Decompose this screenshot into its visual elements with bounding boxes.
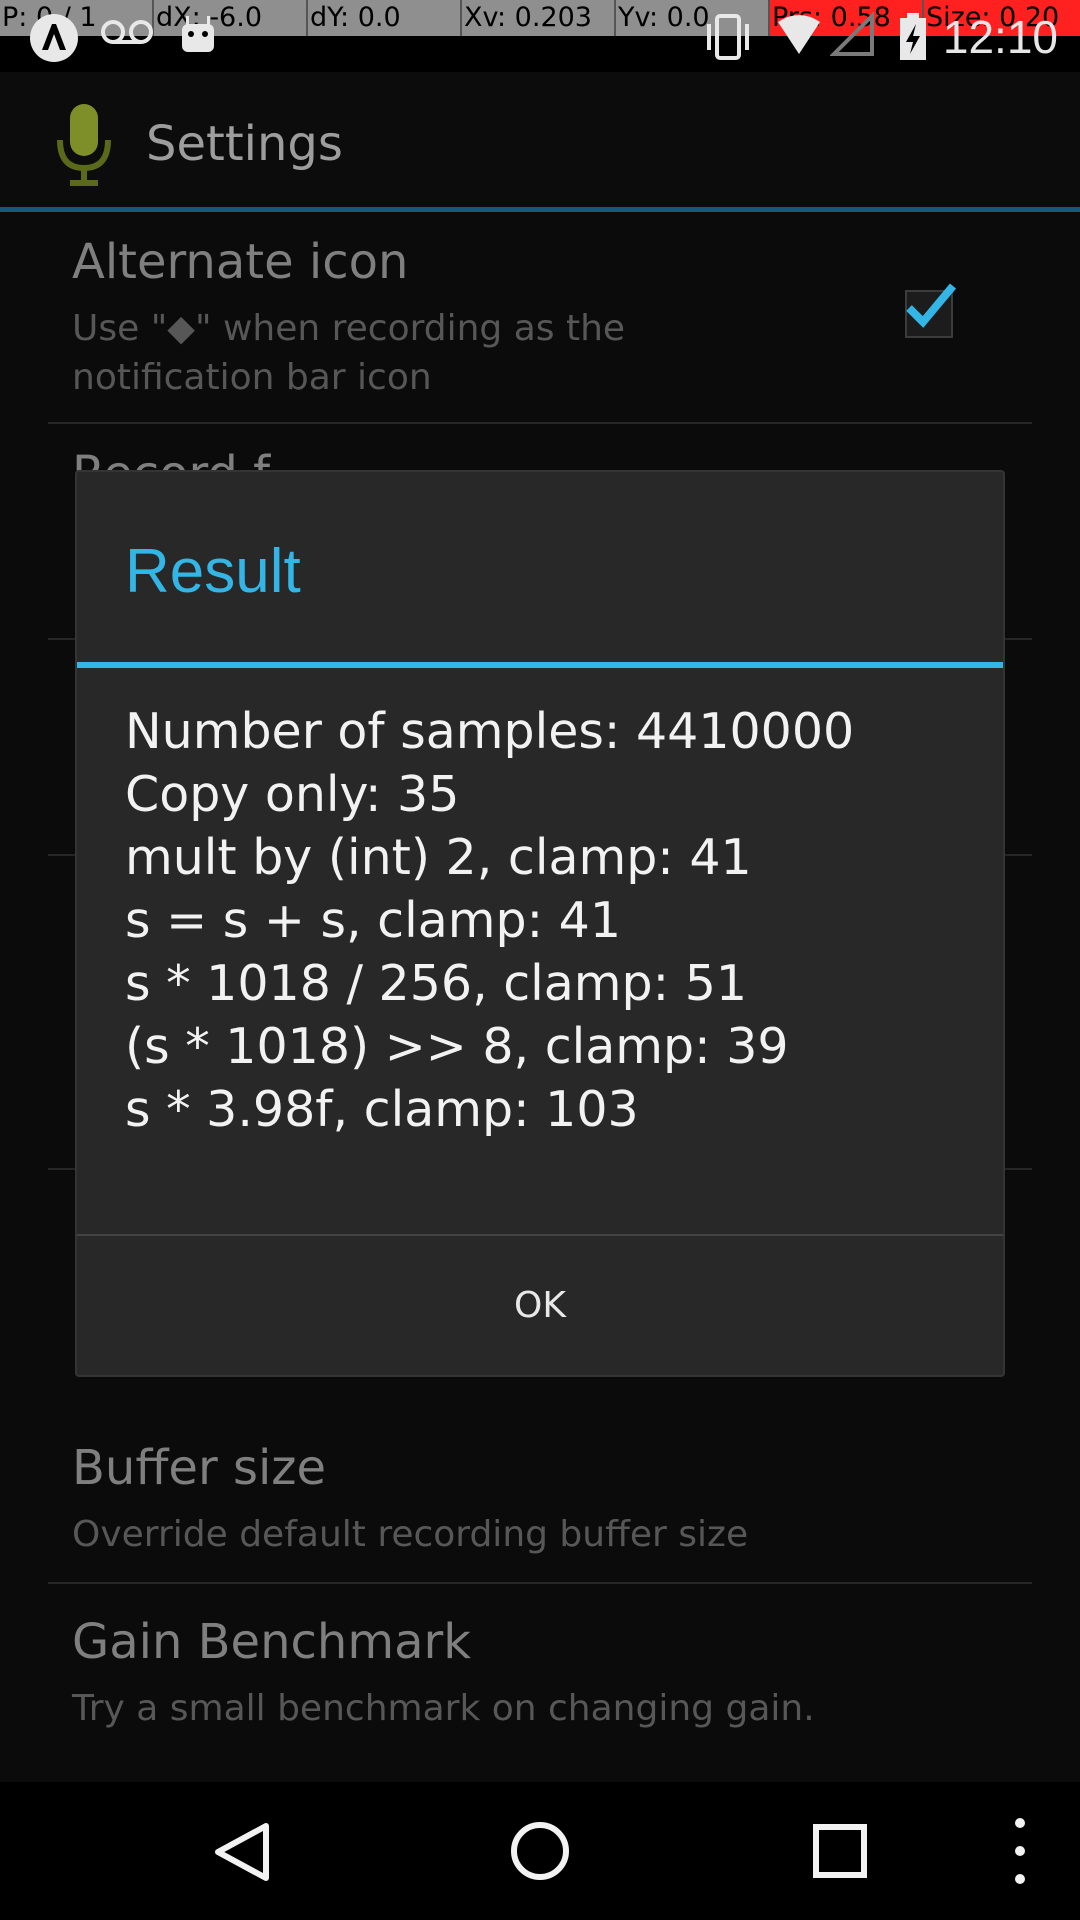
app-notification-icon (30, 14, 78, 62)
pref-buffer-size[interactable]: Buffer size Override default recording b… (72, 1440, 1030, 1559)
home-icon[interactable] (494, 1782, 586, 1920)
pref-summary: Use "◆" when recording as the notificati… (72, 308, 626, 398)
back-icon[interactable] (196, 1782, 288, 1920)
result-line: mult by (int) 2, clamp: 41 (125, 829, 752, 886)
result-line: s = s + s, clamp: 41 (125, 892, 622, 949)
wifi-icon (778, 15, 820, 54)
status-bar: P: 0 / 1 dX: -6.0 dY: 0.0 Xv: 0.203 Yv: … (0, 0, 1080, 72)
result-line: Number of samples: 4410000 (125, 703, 855, 760)
action-bar: Settings (0, 72, 1080, 212)
alternate-icon-checkbox[interactable] (905, 283, 957, 338)
pref-title: Buffer size (72, 1440, 327, 1496)
pref-title: Alternate icon (72, 234, 409, 290)
pref-summary: Try a small benchmark on changing gain. (72, 1688, 815, 1729)
signal-icon (830, 12, 874, 56)
android-icon (182, 16, 214, 52)
pref-alternate-icon[interactable]: Alternate icon Use "◆" when recording as… (72, 234, 1030, 402)
pref-summary: Override default recording buffer size (72, 1514, 749, 1555)
dialog-title-divider (77, 662, 1003, 668)
navigation-bar (0, 1782, 1080, 1920)
result-line: s * 3.98f, clamp: 103 (125, 1081, 639, 1138)
ok-button[interactable]: OK (77, 1236, 1003, 1375)
battery-charging-icon (900, 13, 926, 60)
vibrate-icon (707, 14, 749, 60)
result-line: (s * 1018) >> 8, clamp: 39 (125, 1018, 789, 1075)
dialog-message: Number of samples: 4410000 Copy only: 35… (125, 700, 965, 1141)
result-dialog: Result Number of samples: 4410000 Copy o… (75, 470, 1005, 1377)
pref-gain-benchmark[interactable]: Gain Benchmark Try a small benchmark on … (72, 1614, 1030, 1733)
pointer-xv: Xv: 0.203 (462, 0, 616, 36)
result-line: s * 1018 / 256, clamp: 51 (125, 955, 748, 1012)
status-clock: 12:10 (942, 11, 1058, 63)
result-line: Copy only: 35 (125, 766, 460, 823)
pref-title: Gain Benchmark (72, 1614, 472, 1670)
microphone-icon[interactable] (52, 100, 116, 190)
page-title: Settings (146, 116, 343, 172)
recents-icon[interactable] (794, 1782, 886, 1920)
pref-divider (48, 1582, 1032, 1584)
pref-divider (48, 422, 1032, 424)
menu-icon[interactable] (990, 1782, 1050, 1920)
checkmark-icon (906, 283, 957, 328)
voicemail-icon (101, 20, 153, 44)
pointer-dy: dY: 0.0 (308, 0, 462, 36)
dialog-title: Result (125, 537, 301, 606)
